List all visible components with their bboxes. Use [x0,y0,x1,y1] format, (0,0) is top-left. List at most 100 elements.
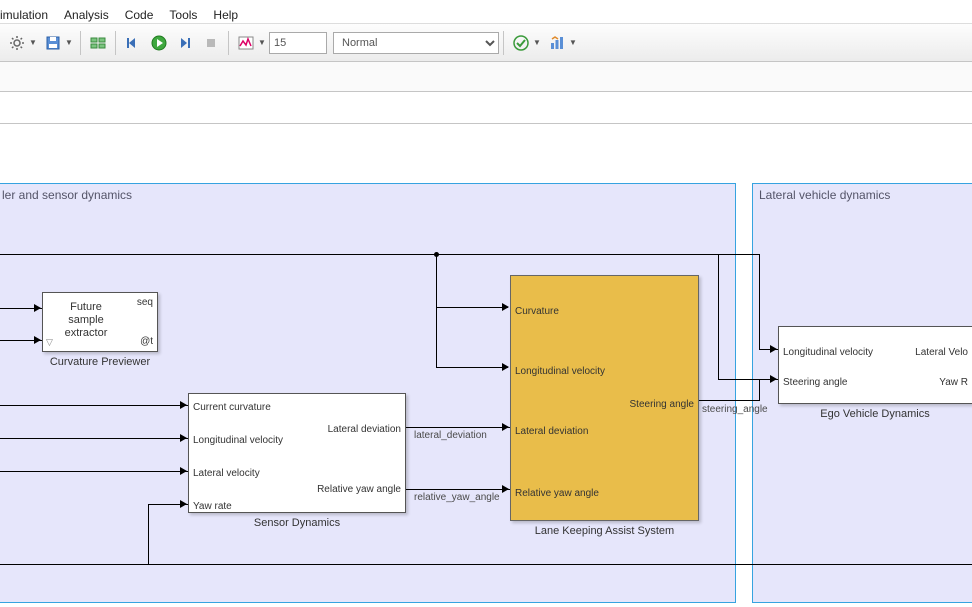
signal-label: steering_angle [702,404,768,415]
dropdown-icon[interactable]: ▼ [29,38,37,47]
menu-tools[interactable]: Tools [169,8,197,22]
block-ego-dynamics[interactable]: Longitudinal velocity Steering angle Lat… [778,326,972,404]
signal-line [0,405,188,406]
simulation-mode-select[interactable]: Normal [333,32,499,54]
sub-toolbar [0,62,972,92]
port-out-lat-deviation: Lateral deviation [328,424,401,435]
dropdown-icon[interactable]: ▼ [569,38,577,47]
signal-line [406,489,510,490]
signal-junction [434,252,439,257]
signal-line [0,471,188,472]
stop-icon [203,35,219,51]
signal-line [699,400,759,401]
port-in-steering-angle: Steering angle [783,377,848,388]
arrowhead-icon [502,303,509,311]
model-config-button[interactable] [5,31,29,55]
step-forward-button[interactable] [173,31,197,55]
block-sensor-dynamics[interactable]: Current curvature Longitudinal velocity … [188,393,406,513]
port-in-curvature: Curvature [515,306,559,317]
subsystem-title: ler and sensor dynamics [2,188,132,202]
signal-line [0,254,719,255]
block-label: Ego Vehicle Dynamics [778,408,972,420]
run-button[interactable] [147,31,171,55]
stop-button[interactable] [199,31,223,55]
play-icon [151,35,167,51]
signal-label: lateral_deviation [414,430,487,441]
menu-simulation[interactable]: imulation [0,8,48,22]
block-lkas[interactable]: Curvature Longitudinal velocity Lateral … [510,275,699,521]
menu-bar: imulation Analysis Code Tools Help [0,0,972,24]
signal-line [406,427,510,428]
dropdown-icon[interactable]: ▼ [258,38,266,47]
block-text: Future sample extractor [43,301,129,340]
port-in-rel-yaw: Relative yaw angle [515,488,599,499]
separator [80,31,81,55]
port-out-rel-yaw: Relative yaw angle [317,484,401,495]
arrowhead-icon [34,304,41,312]
signal-line [0,564,972,565]
subsystem-title: Lateral vehicle dynamics [759,188,890,202]
arrowhead-icon [770,345,777,353]
port-out-steering-angle: Steering angle [630,399,695,410]
separator [115,31,116,55]
signal-line [718,254,719,379]
block-label: Lane Keeping Assist System [510,525,699,537]
arrowhead-icon [502,423,509,431]
blocks-icon [90,35,106,51]
arrowhead-icon [180,434,187,442]
disk-icon [45,35,61,51]
signal-line [436,254,437,307]
check-icon [513,35,529,51]
waveform-icon [238,35,254,51]
step-back-icon [125,35,141,51]
model-canvas[interactable]: ler and sensor dynamics Lateral vehicle … [0,124,972,607]
port-out-yaw-rate: Yaw R [939,377,968,388]
dropdown-icon[interactable]: ▼ [533,38,541,47]
menu-code[interactable]: Code [125,8,154,22]
signal-line [759,254,760,350]
block-label: Curvature Previewer [42,356,158,368]
check-button[interactable] [509,31,533,55]
signal-label: relative_yaw_angle [414,492,500,503]
trigger-icon: ▽ [46,337,53,348]
port-in-yaw-rate: Yaw rate [193,501,232,512]
dropdown-icon[interactable]: ▼ [65,38,73,47]
menu-analysis[interactable]: Analysis [64,8,109,22]
port-in-lat-velocity: Lateral velocity [193,468,260,479]
save-button[interactable] [41,31,65,55]
separator [228,31,229,55]
signal-line [0,438,188,439]
signal-line [759,379,760,401]
build-icon [549,35,565,51]
arrowhead-icon [180,401,187,409]
scope-button[interactable] [234,31,258,55]
signal-line [148,504,149,564]
arrowhead-icon [180,467,187,475]
library-browser-button[interactable] [86,31,110,55]
separator [503,31,504,55]
arrowhead-icon [770,375,777,383]
signal-line [718,254,760,255]
arrowhead-icon [502,485,509,493]
port-out-lat-velo: Lateral Velo [915,347,968,358]
signal-line [436,307,508,308]
port-in-long-velocity: Longitudinal velocity [515,366,605,377]
signal-line [436,367,508,368]
port-in-long-velocity: Longitudinal velocity [783,347,873,358]
arrowhead-icon [502,363,509,371]
build-button[interactable] [545,31,569,55]
port-in-current-curvature: Current curvature [193,402,271,413]
signal-line [436,307,437,367]
explorer-bar [0,92,972,124]
step-forward-icon [177,35,193,51]
menu-help[interactable]: Help [213,8,238,22]
gear-icon [9,35,25,51]
block-curvature-previewer[interactable]: Future sample extractor seq @t ▽ [42,292,158,352]
arrowhead-icon [180,500,187,508]
block-label: Sensor Dynamics [188,517,406,529]
arrowhead-icon [34,336,41,344]
step-back-button[interactable] [121,31,145,55]
stop-time-input[interactable] [269,32,327,54]
port-at: @t [140,336,153,347]
port-in-lat-deviation: Lateral deviation [515,426,588,437]
